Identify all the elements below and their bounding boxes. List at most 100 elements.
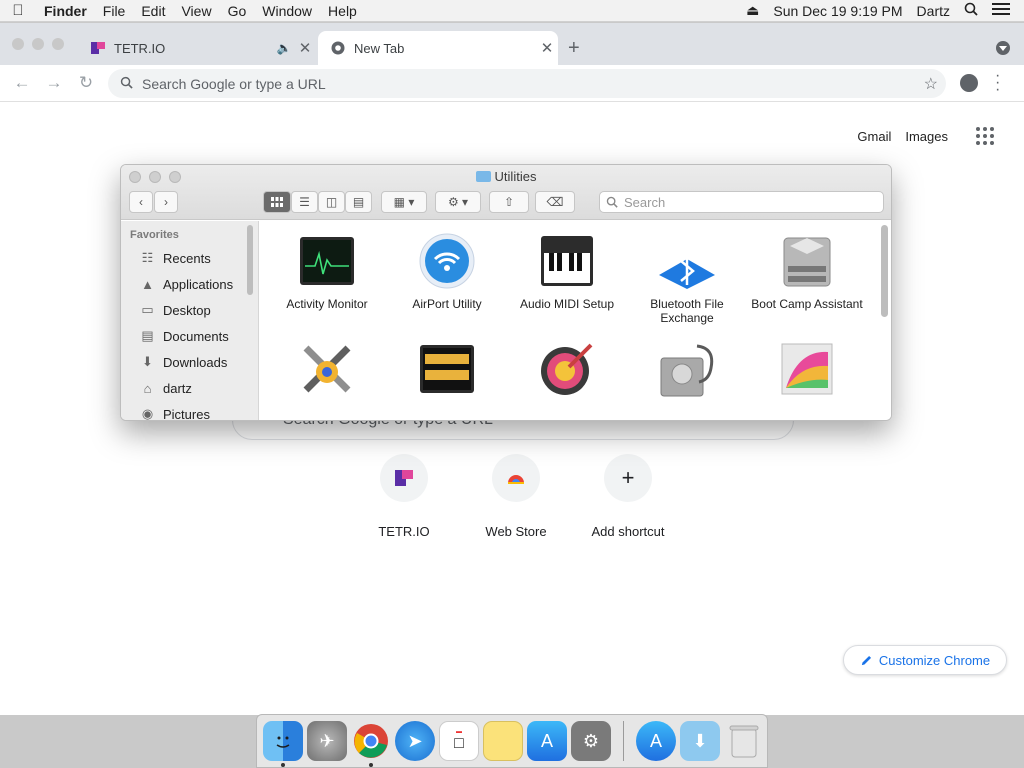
column-view-button[interactable]: ◫ <box>318 191 345 213</box>
group-by-button[interactable]: ▦ ▾ <box>381 191 427 213</box>
browser-toolbar: ← → ↻ Search Google or type a URL ☆ · · · <box>0 65 1024 102</box>
chrome-icon[interactable] <box>351 721 391 767</box>
sidebar-scrollbar[interactable] <box>247 225 253 295</box>
app-store-icon[interactable]: A <box>527 721 567 761</box>
launchpad-icon[interactable]: ✈ <box>307 721 347 761</box>
menu-view[interactable]: View <box>173 3 219 19</box>
profile-avatar-icon[interactable] <box>960 74 978 92</box>
audio-midi-setup-icon <box>537 231 597 291</box>
notification-center-icon[interactable] <box>992 2 1010 19</box>
menu-edit[interactable]: Edit <box>133 3 173 19</box>
sidebar-item-applications[interactable]: ▲ Applications <box>121 271 258 297</box>
app-store-downloads-icon[interactable]: A <box>636 721 676 761</box>
bookmark-star-icon[interactable]: ☆ <box>924 74 938 94</box>
downloads-stack-icon[interactable]: ⬇ <box>680 721 720 761</box>
boot-camp-icon <box>777 231 837 291</box>
reload-icon[interactable]: ↻ <box>70 73 102 93</box>
file-label: Boot Camp Assistant <box>751 297 863 311</box>
finder-icon[interactable] <box>263 721 303 767</box>
shortcut-tetrio[interactable]: TETR.IO <box>360 454 448 539</box>
menu-user[interactable]: Dartz <box>917 3 950 19</box>
gallery-view-button[interactable]: ▤ <box>345 191 372 213</box>
file-console[interactable] <box>387 339 507 405</box>
system-preferences-icon[interactable]: ⚙ <box>571 721 611 761</box>
menu-app-name[interactable]: Finder <box>36 3 95 19</box>
minimize-window-button[interactable] <box>32 38 44 50</box>
sidebar-item-documents[interactable]: ▤ Documents <box>121 323 258 349</box>
tag-button[interactable]: ⌫ <box>535 191 575 213</box>
menu-go[interactable]: Go <box>220 3 255 19</box>
tab-search-icon[interactable] <box>996 41 1010 55</box>
shortcut-web-store[interactable]: Web Store <box>472 454 560 539</box>
running-indicator <box>281 763 285 767</box>
back-arrow-icon[interactable]: ← <box>6 73 38 93</box>
sidebar-item-pictures[interactable]: ◉ Pictures <box>121 401 258 420</box>
file-airport-utility[interactable]: AirPort Utility <box>387 231 507 325</box>
more-menu-icon[interactable]: · · · <box>995 68 1000 98</box>
sidebar-item-downloads[interactable]: ⬇ Downloads <box>121 349 258 375</box>
tab-audio-icon[interactable]: 🔈 <box>274 41 294 55</box>
sidebar-item-label: dartz <box>163 380 192 396</box>
file-bluetooth-file-exchange[interactable]: Bluetooth File Exchange <box>627 231 747 325</box>
calendar-icon[interactable]: ▬ □ <box>439 721 479 761</box>
finder-forward-button[interactable]: › <box>154 191 178 213</box>
tetrio-shortcut-icon <box>380 454 428 502</box>
safari-icon[interactable]: ➤ <box>395 721 435 761</box>
file-audio-midi-setup[interactable]: Audio MIDI Setup <box>507 231 627 325</box>
content-scrollbar[interactable] <box>881 225 888 317</box>
icon-view-button[interactable] <box>263 191 291 213</box>
zoom-window-button[interactable] <box>52 38 64 50</box>
tab-tetrio[interactable]: TETR.IO 🔈 ✕ <box>80 31 316 65</box>
search-icon <box>120 76 142 92</box>
file-activity-monitor[interactable]: Activity Monitor <box>267 231 387 325</box>
spotlight-icon[interactable] <box>964 2 978 19</box>
tab-strip: TETR.IO 🔈 ✕ New Tab ✕ + <box>0 23 1024 65</box>
share-button[interactable]: ⇧ <box>489 191 529 213</box>
gmail-link[interactable]: Gmail <box>857 129 891 144</box>
close-window-button[interactable] <box>12 38 24 50</box>
menu-file[interactable]: File <box>95 3 134 19</box>
menu-extras: ⏏ Sun Dec 19 9:19 PM Dartz <box>746 2 1024 19</box>
shortcut-add[interactable]: + Add shortcut <box>584 454 672 539</box>
file-digital-color-meter[interactable] <box>507 339 627 405</box>
ntp-shortcuts: TETR.IO Web Store + Add shortcut <box>360 454 672 539</box>
menu-clock[interactable]: Sun Dec 19 9:19 PM <box>773 3 902 19</box>
chrome-favicon-icon <box>330 40 346 56</box>
file-grapher[interactable] <box>747 339 867 405</box>
menu-help[interactable]: Help <box>320 3 365 19</box>
new-tab-plus-icon[interactable]: + <box>568 37 580 60</box>
finder-back-button[interactable]: ‹ <box>129 191 153 213</box>
close-tab-icon[interactable]: ✕ <box>536 39 558 57</box>
sidebar-item-label: Documents <box>163 328 229 344</box>
file-label: Audio MIDI Setup <box>519 297 615 311</box>
images-link[interactable]: Images <box>905 129 948 144</box>
sidebar-item-desktop[interactable]: ▭ Desktop <box>121 297 258 323</box>
file-colorsync-utility[interactable] <box>267 339 387 405</box>
apple-menu-icon[interactable]:  <box>0 2 36 19</box>
omnibox[interactable]: Search Google or type a URL ☆ <box>108 69 946 98</box>
dock-separator <box>623 721 624 761</box>
list-view-button[interactable]: ☰ <box>291 191 318 213</box>
tab-new-tab[interactable]: New Tab ✕ <box>318 31 558 65</box>
action-gear-button[interactable]: ⚙ ▾ <box>435 191 481 213</box>
sidebar-item-recents[interactable]: ☷ Recents <box>121 245 258 271</box>
file-disk-utility[interactable] <box>627 339 747 405</box>
home-icon: ⌂ <box>143 380 152 396</box>
trash-icon[interactable] <box>724 721 764 761</box>
file-boot-camp-assistant[interactable]: Boot Camp Assistant <box>747 231 867 325</box>
notes-icon[interactable] <box>483 721 523 761</box>
tetrio-favicon-icon <box>90 40 106 56</box>
finder-icon-grid: Activity Monitor AirPort Utility Audio M… <box>267 231 867 405</box>
finder-search-input[interactable]: Search <box>599 191 884 213</box>
customize-chrome-button[interactable]: Customize Chrome <box>843 645 1007 675</box>
sidebar-item-home[interactable]: ⌂ dartz <box>121 375 258 401</box>
google-apps-icon[interactable] <box>976 127 994 145</box>
digital-color-meter-icon <box>537 339 597 399</box>
menu-window[interactable]: Window <box>254 3 320 19</box>
shortcut-label: Web Store <box>485 524 547 539</box>
forward-arrow-icon[interactable]: → <box>38 73 70 93</box>
file-label: Bluetooth File Exchange <box>650 297 724 325</box>
finder-window: Utilities ‹ › ☰ ◫ ▤ ▦ ▾ ⚙ ▾ ⇧ ⌫ Search F… <box>120 164 892 421</box>
eject-icon[interactable]: ⏏ <box>746 2 759 19</box>
close-tab-icon[interactable]: ✕ <box>294 39 316 57</box>
